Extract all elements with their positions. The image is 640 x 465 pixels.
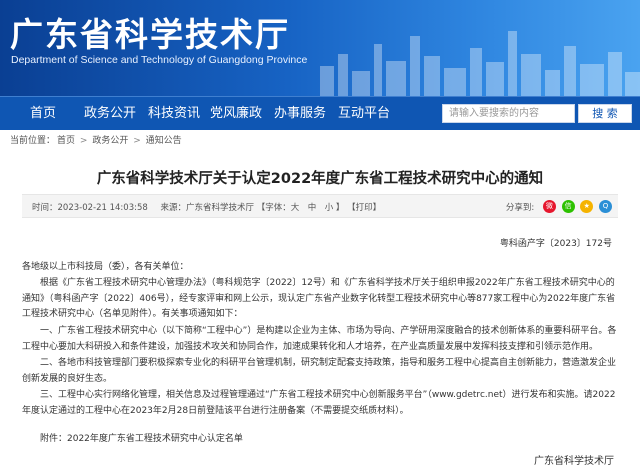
nav-item-tech-news[interactable]: 科技资讯 <box>148 97 200 131</box>
breadcrumb-home[interactable]: 首页 <box>57 136 75 146</box>
document-number: 粤科函产字〔2023〕172号 <box>499 239 612 249</box>
font-size-control[interactable]: 【字体：大 中 小 】 <box>257 203 345 213</box>
article-paragraph: 根据《广东省工程技术研究中心管理办法》（粤科规范字〔2022〕12号）和《广东省… <box>22 278 616 319</box>
breadcrumb: 当前位置： 首页 > 政务公开 > 通知公告 <box>10 133 184 146</box>
wechat-icon[interactable]: 信 <box>561 200 575 213</box>
breadcrumb-government-affairs[interactable]: 政务公开 <box>92 136 128 146</box>
article-source: 来源：广东省科学技术厅 <box>160 203 254 213</box>
nav-item-services[interactable]: 办事服务 <box>274 97 326 131</box>
article-paragraph: 三、工程中心实行网络化管理，相关信息及过程管理通过“广东省工程技术研究中心创新服… <box>22 390 616 416</box>
search-input[interactable]: 请输入要搜索的内容 <box>442 104 575 123</box>
publish-time: 时间：2023-02-21 14:03:58 <box>32 203 148 213</box>
article-paragraph: 一、广东省工程技术研究中心（以下简称“工程中心”）是构建以企业为主体、市场为导向… <box>22 326 617 352</box>
breadcrumb-separator: > <box>79 136 88 146</box>
qzone-icon[interactable]: ★ <box>580 200 594 213</box>
qq-icon[interactable]: Q <box>599 200 612 213</box>
site-subtitle: Department of Science and Technology of … <box>11 54 308 66</box>
breadcrumb-separator: > <box>133 136 141 146</box>
signature: 广东省科学技术厅 <box>534 456 614 465</box>
weibo-icon[interactable]: 微 <box>542 200 556 213</box>
share-label: 分享到: <box>505 202 535 213</box>
article-meta-bar: 时间：2023-02-21 14:03:58 来源：广东省科学技术厅 【字体：大… <box>22 194 618 218</box>
city-skyline-decoration <box>320 31 640 96</box>
article-title: 广东省科学技术厅关于认定2022年度广东省工程技术研究中心的通知 <box>96 171 544 187</box>
search-button[interactable]: 搜 索 <box>578 104 632 123</box>
nav-item-interaction[interactable]: 互动平台 <box>338 97 390 131</box>
article-paragraph: 二、各地市科技管理部门要积极探索专业化的科研平台管理机制，研究制定配套支持政策，… <box>22 358 617 384</box>
nav-item-home[interactable]: 首页 <box>30 97 56 131</box>
article-container: 广东省科学技术厅关于认定2022年度广东省工程技术研究中心的通知 时间：2023… <box>22 150 618 465</box>
breadcrumb-prefix: 当前位置： <box>10 136 56 146</box>
salutation: 各地级以上市科技局（委），各有关单位： <box>22 262 189 272</box>
attachment-link[interactable]: 附件：2022年度广东省工程技术研究中心认定名单 <box>22 432 622 448</box>
nav-item-government-affairs[interactable]: 政务公开 <box>84 97 136 131</box>
site-banner: 广东省科学技术厅 Department of Science and Techn… <box>0 0 640 96</box>
nav-item-integrity[interactable]: 党风廉政 <box>210 97 262 131</box>
site-title: 广东省科学技术厅 <box>10 15 290 54</box>
breadcrumb-notices[interactable]: 通知公告 <box>146 136 182 146</box>
print-button[interactable]: 【打印】 <box>347 203 381 213</box>
